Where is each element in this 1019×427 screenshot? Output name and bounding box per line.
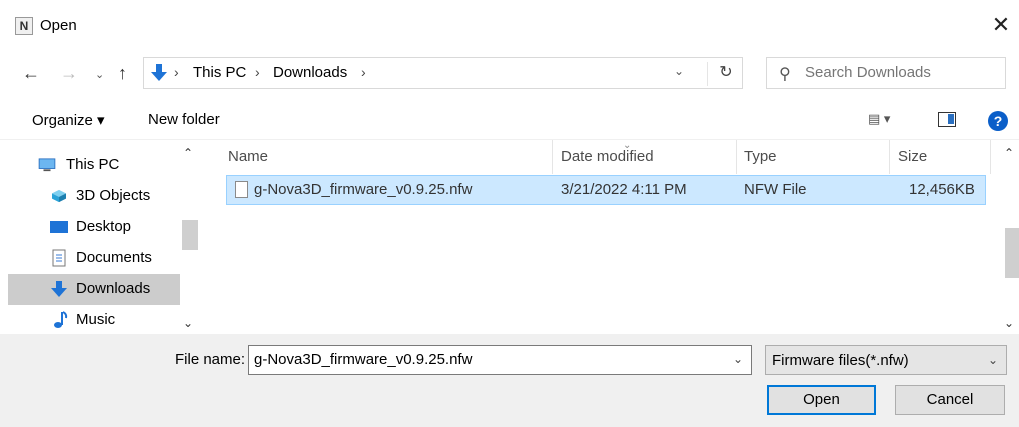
sidebar-item-label: Documents [76,249,152,266]
file-type-value: Firmware files(*.nfw) [772,352,909,369]
window-title: Open [40,17,77,34]
navigation-scrollbar[interactable]: ⌃ ⌄ [180,140,198,335]
file-type: NFW File [744,181,807,198]
scrollbar-thumb[interactable] [1005,228,1019,278]
chevron-down-icon[interactable]: ⌄ [988,353,998,367]
breadcrumb-downloads[interactable]: Downloads [273,64,347,81]
title-bar: N Open ✕ [0,0,1019,50]
command-toolbar: Organize ▾ New folder ▤ ▾ ? [0,103,1019,139]
sidebar-item-label: Music [76,311,116,328]
organize-button[interactable]: Organize ▾ [32,111,105,129]
download-icon [151,64,167,81]
sidebar-item-documents[interactable]: Documents [8,243,180,274]
file-name-combobox[interactable]: ⌄ [248,345,752,375]
table-row[interactable]: g-Nova3D_firmware_v0.9.25.nfw 3/21/2022 … [226,175,986,205]
up-icon[interactable]: ↑ [118,63,127,84]
cube-icon [52,189,66,203]
forward-icon[interactable]: → [60,63,78,84]
scroll-up-icon[interactable]: ⌃ [183,146,193,160]
refresh-icon[interactable]: ↻ [707,62,744,86]
chevron-down-icon[interactable]: ⌄ [733,352,743,366]
open-button[interactable]: Open [767,385,876,415]
sidebar-item-label: Desktop [76,218,132,235]
navigation-pane: This PC 3D Objects Desktop Documents Dow… [8,140,200,335]
file-name: g-Nova3D_firmware_v0.9.25.nfw [254,181,473,198]
app-icon: N [15,17,33,35]
scroll-down-icon[interactable]: ⌄ [1004,316,1014,330]
breadcrumb-separator[interactable]: › [174,64,179,80]
breadcrumb-separator[interactable]: › [361,64,366,80]
file-date: 3/21/2022 4:11 PM [561,181,687,198]
sidebar-item-label: 3D Objects [76,187,151,204]
breadcrumb-separator[interactable]: › [255,64,260,80]
address-dropdown-icon[interactable]: ⌄ [674,64,684,78]
desktop-icon [50,221,68,233]
scroll-up-icon[interactable]: ⌃ [1004,146,1014,160]
search-input[interactable] [805,64,1000,81]
scroll-down-icon[interactable]: ⌄ [183,316,193,330]
recent-locations-icon[interactable]: ⌄ [95,68,104,81]
file-size: 12,456KB [909,181,975,198]
preview-pane-icon[interactable] [938,112,956,127]
column-header-type[interactable]: Type [744,148,777,165]
sidebar-item-label: Downloads [76,280,151,297]
sidebar-item-label: This PC [66,156,120,173]
sidebar-item-this-pc[interactable]: This PC [8,150,180,181]
search-icon: ⚲ [779,66,791,83]
search-box[interactable]: ⚲ [766,57,1006,89]
view-options-icon[interactable]: ▤ ▾ [868,111,890,127]
file-list: Name ⌄ Date modified Type Size g-Nova3D_… [205,140,1000,335]
close-button[interactable]: ✕ [983,10,1019,40]
breadcrumb-this-pc[interactable]: This PC [193,64,246,81]
back-icon[interactable]: ← [22,63,40,84]
scrollbar-thumb[interactable] [182,220,198,250]
music-icon [54,311,68,328]
new-folder-button[interactable]: New folder [148,111,220,128]
column-divider[interactable] [889,140,890,174]
column-divider[interactable] [736,140,737,174]
sidebar-item-desktop[interactable]: Desktop [8,212,180,243]
column-header-date-modified[interactable]: Date modified [561,148,654,165]
file-list-scrollbar[interactable]: ⌃ ⌄ [1003,140,1019,335]
file-name-input[interactable] [254,351,724,368]
column-divider[interactable] [552,140,553,174]
download-icon [51,281,67,297]
help-icon[interactable]: ? [988,111,1008,131]
monitor-icon [38,158,56,172]
cancel-button[interactable]: Cancel [895,385,1005,415]
column-divider[interactable] [990,140,991,174]
sidebar-item-3d-objects[interactable]: 3D Objects [8,181,180,212]
file-type-select[interactable]: Firmware files(*.nfw) ⌄ [765,345,1007,375]
sidebar-item-music[interactable]: Music [8,305,180,336]
file-icon [235,181,248,198]
file-name-label: File name: [175,351,246,368]
browser-body: This PC 3D Objects Desktop Documents Dow… [0,139,1019,334]
address-bar[interactable]: › This PC › Downloads › ⌄ ↻ [143,57,743,89]
column-header-size[interactable]: Size [898,148,927,165]
column-header-name[interactable]: Name [228,148,268,165]
sidebar-item-downloads[interactable]: Downloads [8,274,180,305]
document-icon [52,249,66,267]
dialog-footer: File name: ⌄ Firmware files(*.nfw) ⌄ Ope… [0,334,1019,427]
